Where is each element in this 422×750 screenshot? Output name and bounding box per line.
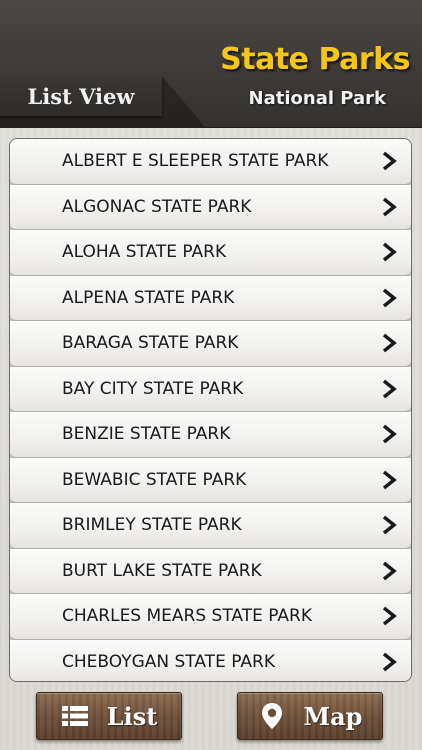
chevron-right-icon xyxy=(382,561,397,581)
list-item-label: BENZIE STATE PARK xyxy=(62,424,231,445)
app-subtitle: National Park xyxy=(248,88,386,109)
chevron-right-icon xyxy=(382,379,397,399)
list-item[interactable]: BARAGA STATE PARK xyxy=(10,321,411,367)
chevron-right-icon xyxy=(382,151,397,171)
list-item[interactable]: ALOHA STATE PARK xyxy=(10,230,411,276)
chevron-right-icon xyxy=(382,470,397,490)
app-header: List View State Parks National Park xyxy=(0,0,422,128)
list-item-label: BURT LAKE STATE PARK xyxy=(62,560,262,581)
list-item[interactable]: BURT LAKE STATE PARK xyxy=(10,548,411,594)
list-item-label: CHEBOYGAN STATE PARK xyxy=(62,651,275,672)
list-item[interactable]: BEWABIC STATE PARK xyxy=(10,457,411,503)
list-button-label: List xyxy=(106,701,158,731)
chevron-right-icon xyxy=(382,424,397,444)
chevron-right-icon xyxy=(382,197,397,217)
list-item-label: CHARLES MEARS STATE PARK xyxy=(62,606,312,627)
list-item[interactable]: ALPENA STATE PARK xyxy=(10,275,411,321)
list-item-label: ALGONAC STATE PARK xyxy=(62,196,252,217)
map-pin-icon xyxy=(261,703,282,729)
list-item[interactable]: BAY CITY STATE PARK xyxy=(10,366,411,412)
list-item[interactable]: CHEBOYGAN STATE PARK xyxy=(10,639,411,681)
chevron-right-icon xyxy=(382,288,397,308)
app-title: State Parks xyxy=(220,42,410,77)
list-item[interactable]: CHARLES MEARS STATE PARK xyxy=(10,594,411,640)
list-item[interactable]: ALGONAC STATE PARK xyxy=(10,184,411,230)
chevron-right-icon xyxy=(382,333,397,353)
list-item[interactable]: BENZIE STATE PARK xyxy=(10,412,411,458)
list-button[interactable]: List xyxy=(36,692,182,740)
map-button[interactable]: Map xyxy=(237,692,383,740)
list-item[interactable]: ALBERT E SLEEPER STATE PARK xyxy=(10,139,411,185)
list-item-label: ALPENA STATE PARK xyxy=(62,287,235,308)
chevron-right-icon xyxy=(382,515,397,535)
chevron-right-icon xyxy=(382,652,397,672)
list-item-label: BAY CITY STATE PARK xyxy=(62,378,244,399)
parks-list[interactable]: ALBERT E SLEEPER STATE PARK ALGONAC STAT… xyxy=(9,138,412,682)
list-item-label: ALBERT E SLEEPER STATE PARK xyxy=(62,151,329,172)
list-item-label: BARAGA STATE PARK xyxy=(62,333,239,354)
list-item-label: ALOHA STATE PARK xyxy=(62,242,227,263)
list-item-label: BEWABIC STATE PARK xyxy=(62,469,247,490)
list-view-tab[interactable]: List View xyxy=(0,76,162,116)
chevron-right-icon xyxy=(382,606,397,626)
map-button-label: Map xyxy=(303,701,363,731)
chevron-right-icon xyxy=(382,242,397,262)
list-item[interactable]: BRIMLEY STATE PARK xyxy=(10,503,411,549)
list-item-label: BRIMLEY STATE PARK xyxy=(62,515,242,536)
list-icon xyxy=(61,706,88,726)
